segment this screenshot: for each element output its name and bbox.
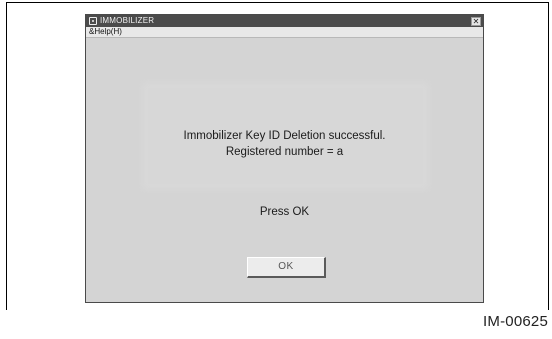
menu-item-help[interactable]: &Help(H): [89, 27, 122, 37]
close-icon[interactable]: ✕: [471, 16, 481, 26]
status-message: Immobilizer Key ID Deletion successful.: [183, 130, 386, 142]
menu-bar: &Help(H): [86, 27, 483, 38]
app-icon: [89, 17, 97, 25]
press-ok-prompt: Press OK: [259, 206, 310, 218]
window-title: IMMOBILIZER: [100, 16, 155, 25]
figure-id-label: IM-00625: [483, 313, 548, 330]
ok-button[interactable]: OK: [247, 257, 326, 278]
dialog-client-area: Immobilizer Key ID Deletion successful. …: [86, 38, 483, 302]
title-bar[interactable]: IMMOBILIZER ✕: [86, 15, 483, 27]
registered-number-text: Registered number = a: [225, 146, 344, 158]
immobilizer-window: IMMOBILIZER ✕ &Help(H) Immobilizer Key I…: [85, 14, 484, 303]
